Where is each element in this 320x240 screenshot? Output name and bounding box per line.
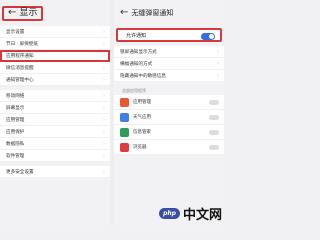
settings-item[interactable]: 更多安全设置 › [0, 166, 110, 178]
chevron-right-icon: › [103, 53, 105, 59]
app-notify-toggle[interactable] [209, 130, 219, 135]
app-list: 应用管理 天气应用 信息管家 浏览器 [114, 95, 224, 155]
settings-item[interactable]: 隐藏通知中的敏感信息 › [114, 70, 224, 82]
app-notify-toggle[interactable] [209, 145, 219, 150]
chevron-right-icon: › [103, 169, 105, 175]
left-page-title: 显示 [19, 7, 38, 18]
chevron-right-icon: › [217, 61, 219, 67]
chevron-right-icon: › [217, 73, 219, 79]
app-icon [120, 112, 129, 122]
chevron-right-icon: › [103, 141, 105, 147]
app-icon [120, 97, 129, 107]
left-section-2: 移动网络 › 屏幕显示 › 应用管理 › 应用保护 › 数据隐私 › 软件管理 › [0, 90, 110, 162]
right-page-title: 无缝弹窗通知 [131, 8, 174, 17]
screenshot-stage: ← 显示 显示设置 › 节日 · 屏保壁纸 › 应用程序通知 › 微信消息提醒 › 通知… [0, 0, 224, 225]
chevron-right-icon: › [103, 41, 105, 47]
chevron-right-icon: › [103, 93, 105, 99]
app-row[interactable]: 应用管理 [114, 95, 224, 110]
watermark: php 中文网 [159, 204, 222, 223]
allow-notifications-toggle[interactable] [201, 33, 215, 40]
app-icon [120, 127, 129, 137]
app-row[interactable]: 信息管家 [114, 125, 224, 140]
settings-item[interactable]: 显示设置 › [0, 26, 110, 38]
app-notify-toggle[interactable] [209, 100, 219, 105]
watermark-badge: php [159, 208, 180, 219]
settings-item[interactable]: 软件管理 › [0, 150, 110, 162]
settings-item[interactable]: 横幅通知的方式 › [114, 58, 224, 70]
settings-item[interactable]: 移动网络 › [0, 90, 110, 102]
settings-item[interactable]: 锁屏通知显示方式 › [114, 46, 224, 58]
settings-item[interactable]: 微信消息提醒 › [0, 62, 110, 74]
settings-item[interactable]: 通知管理中心 › [0, 74, 110, 86]
settings-item-notifications[interactable]: 应用程序通知 › [0, 50, 110, 62]
allow-notifications-row[interactable]: 允许通知 [116, 28, 222, 42]
watermark-text: 中文网 [182, 208, 222, 223]
back-arrow-icon: ← [8, 7, 17, 18]
settings-item[interactable]: 应用管理 › [0, 114, 110, 126]
left-header: ← 显示 [0, 0, 110, 26]
app-section-label: 全部应用程序 [122, 88, 146, 93]
settings-item[interactable]: 屏幕显示 › [0, 102, 110, 114]
right-header: ← 无缝弹窗通知 [114, 0, 224, 26]
left-section-1: 显示设置 › 节日 · 屏保壁纸 › 应用程序通知 › 微信消息提醒 › 通知管理中心 › [0, 26, 110, 86]
settings-panel-right: ← 无缝弹窗通知 允许通知 锁屏通知显示方式 › 横幅通知的方式 › 隐藏通知中的敏… [114, 0, 224, 225]
settings-panel-left: ← 显示 显示设置 › 节日 · 屏保壁纸 › 应用程序通知 › 微信消息提醒 › 通知… [0, 0, 110, 225]
left-back-button[interactable]: ← 显示 [2, 5, 44, 21]
app-icon [120, 142, 129, 152]
allow-notifications-label: 允许通知 [126, 32, 147, 39]
chevron-right-icon: › [103, 77, 105, 83]
settings-item[interactable]: 应用保护 › [0, 126, 110, 138]
app-notify-toggle[interactable] [209, 115, 219, 120]
chevron-right-icon: › [103, 117, 105, 123]
chevron-right-icon: › [217, 49, 219, 55]
chevron-right-icon: › [103, 105, 105, 111]
settings-item[interactable]: 节日 · 屏保壁纸 › [0, 38, 110, 50]
app-row[interactable]: 浏览器 [114, 140, 224, 155]
app-row[interactable]: 天气应用 [114, 110, 224, 125]
chevron-right-icon: › [103, 153, 105, 159]
left-section-3: 更多安全设置 › [0, 166, 110, 178]
back-arrow-icon: ← [120, 7, 129, 18]
right-section-1: 锁屏通知显示方式 › 横幅通知的方式 › 隐藏通知中的敏感信息 › [114, 46, 224, 82]
chevron-right-icon: › [103, 129, 105, 135]
right-back-button[interactable]: ← 无缝弹窗通知 [116, 6, 177, 21]
settings-item[interactable]: 数据隐私 › [0, 138, 110, 150]
chevron-right-icon: › [103, 29, 105, 35]
chevron-right-icon: › [103, 65, 105, 71]
